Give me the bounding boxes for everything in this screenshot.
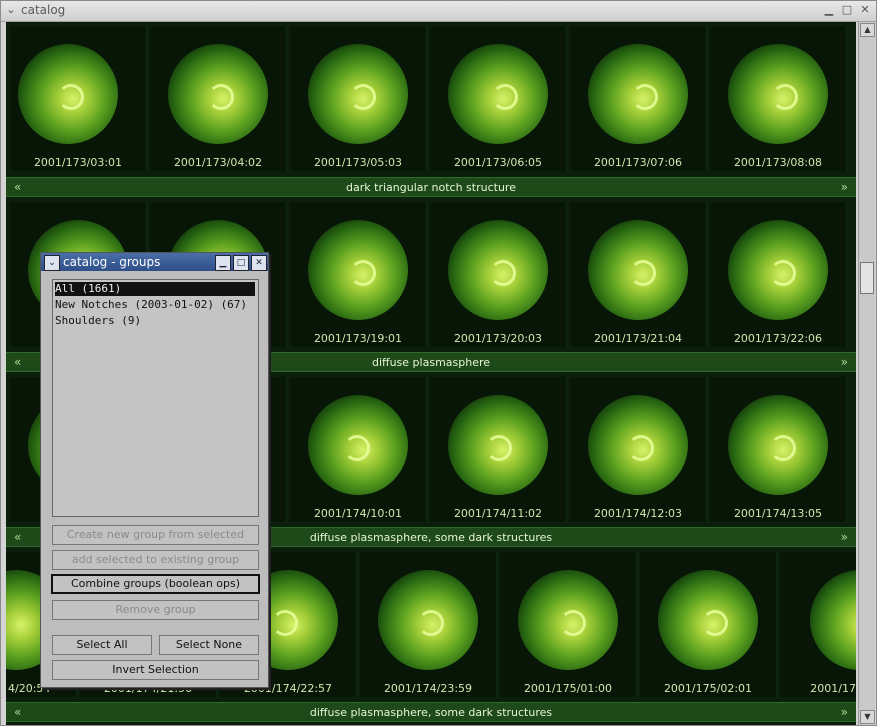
earth-ring (492, 84, 518, 110)
image-thumbnail[interactable]: 2001/173/20:03 (430, 202, 567, 347)
earth-ring (350, 84, 376, 110)
dialog-title: catalog - groups (63, 255, 161, 269)
image-thumbnail[interactable]: 2001/173/06:05 (430, 26, 567, 171)
image-thumbnail[interactable]: 2001/173/03:01 (10, 26, 147, 171)
timestamp: 2001/173/05:03 (313, 156, 403, 169)
image-thumbnail[interactable]: 2001/173/22:06 (710, 202, 847, 347)
image-row: 2001/173/03:01 2001/173/04:02 2001/173/0… (6, 22, 856, 172)
earth-ring (350, 260, 376, 286)
row-label: diffuse plasmasphere, some dark structur… (309, 706, 553, 719)
timestamp: 2001/174/23:59 (383, 682, 473, 695)
earth-ring (418, 610, 444, 636)
image-thumbnail[interactable]: 2001/173/19:01 (290, 202, 427, 347)
timestamp: 2001/175/02:01 (663, 682, 753, 695)
image-thumbnail[interactable]: 2001/173/08:08 (710, 26, 847, 171)
group-item-new-notches[interactable]: New Notches (2003-01-02) (67) (55, 298, 247, 312)
select-all-button[interactable]: Select All (52, 635, 152, 655)
minimize-icon[interactable]: ▁ (823, 4, 835, 16)
row-label-bar: « dark triangular notch structure » (6, 177, 856, 197)
image-thumbnail[interactable]: 2001/173/04:02 (150, 26, 287, 171)
timestamp: 2001/17 (810, 682, 856, 695)
timestamp: 2001/174/12:03 (593, 507, 683, 520)
image-thumbnail[interactable]: 2001/174/23:59 (360, 552, 497, 697)
timestamp: 2001/173/20:03 (453, 332, 543, 345)
next-arrow-icon[interactable]: » (841, 180, 848, 194)
image-thumbnail[interactable]: 2001/174/12:03 (570, 377, 707, 522)
earth-ring (770, 260, 796, 286)
earth-ring (772, 84, 798, 110)
earth-ring (632, 84, 658, 110)
row-label: dark triangular notch structure (346, 181, 516, 194)
window-title: catalog (21, 3, 66, 17)
create-group-button[interactable]: Create new group from selected (52, 525, 259, 545)
timestamp: 2001/173/04:02 (173, 156, 263, 169)
image-thumbnail[interactable]: 2001/173/05:03 (290, 26, 427, 171)
earth-ring (486, 435, 512, 461)
remove-group-button[interactable]: Remove group (52, 600, 259, 620)
timestamp: 2001/173/07:06 (593, 156, 683, 169)
timestamp: 2001/173/03:01 (33, 156, 123, 169)
groups-dialog: ⌄ catalog - groups ▁ □ ✕ All (1661) New … (40, 252, 269, 688)
timestamp: 2001/173/21:04 (593, 332, 683, 345)
invert-selection-button[interactable]: Invert Selection (52, 660, 259, 680)
scrollbar-thumb[interactable] (860, 262, 874, 294)
earth-ring (560, 610, 586, 636)
image-thumbnail[interactable]: 2001/174/13:05 (710, 377, 847, 522)
group-item-all[interactable]: All (1661) (55, 282, 255, 296)
vertical-scrollbar[interactable]: ▲ ▼ (858, 22, 875, 725)
dialog-maximize-icon[interactable]: □ (233, 255, 249, 271)
select-none-button[interactable]: Select None (159, 635, 259, 655)
scroll-down-icon[interactable]: ▼ (860, 710, 875, 724)
group-item-shoulders[interactable]: Shoulders (9) (55, 314, 141, 328)
earth-ring (628, 435, 654, 461)
earth-ring (344, 435, 370, 461)
timestamp: 2001/174/13:05 (733, 507, 823, 520)
image-thumbnail[interactable]: 2001/175/01:00 (500, 552, 637, 697)
dialog-titlebar[interactable]: ⌄ catalog - groups ▁ □ ✕ (41, 253, 268, 271)
window-titlebar[interactable]: ⌄ catalog ▁ □ ✕ (1, 1, 876, 22)
earth-ring (208, 84, 234, 110)
next-arrow-icon[interactable]: » (841, 530, 848, 544)
timestamp: 2001/175/01:00 (523, 682, 613, 695)
dialog-close-icon[interactable]: ✕ (251, 255, 267, 271)
earth-ring (272, 610, 298, 636)
next-arrow-icon[interactable]: » (841, 355, 848, 369)
image-thumbnail[interactable]: 2001/173/07:06 (570, 26, 707, 171)
dialog-menu-icon[interactable]: ⌄ (44, 255, 60, 271)
image-thumbnail[interactable]: 2001/174/11:02 (430, 377, 567, 522)
next-arrow-icon[interactable]: » (841, 705, 848, 719)
window-menu-icon[interactable]: ⌄ (5, 4, 17, 16)
dialog-minimize-icon[interactable]: ▁ (215, 255, 231, 271)
image-thumbnail[interactable]: 2001/173/21:04 (570, 202, 707, 347)
earth-ring (770, 435, 796, 461)
timestamp: 2001/174/11:02 (453, 507, 543, 520)
image-thumbnail[interactable]: 2001/174/10:01 (290, 377, 427, 522)
earth-ring (702, 610, 728, 636)
earth-ring (630, 260, 656, 286)
row-label-bar: « diffuse plasmasphere, some dark struct… (6, 702, 856, 722)
maximize-icon[interactable]: □ (841, 4, 853, 16)
earth-ring (58, 84, 84, 110)
timestamp: 2001/173/08:08 (733, 156, 823, 169)
timestamp: 2001/174/10:01 (313, 507, 403, 520)
plasmasphere-image (810, 570, 856, 670)
earth-ring (490, 260, 516, 286)
combine-groups-button[interactable]: Combine groups (boolean ops) (51, 574, 260, 594)
timestamp: 2001/173/19:01 (313, 332, 403, 345)
image-thumbnail[interactable]: 2001/17 (780, 552, 856, 697)
scroll-up-icon[interactable]: ▲ (860, 23, 875, 37)
groups-list[interactable]: All (1661) New Notches (2003-01-02) (67)… (52, 279, 259, 517)
timestamp: 2001/173/22:06 (733, 332, 823, 345)
close-icon[interactable]: ✕ (859, 4, 871, 16)
timestamp: 2001/173/06:05 (453, 156, 543, 169)
add-to-group-button[interactable]: add selected to existing group (52, 550, 259, 570)
image-thumbnail[interactable]: 2001/175/02:01 (640, 552, 777, 697)
